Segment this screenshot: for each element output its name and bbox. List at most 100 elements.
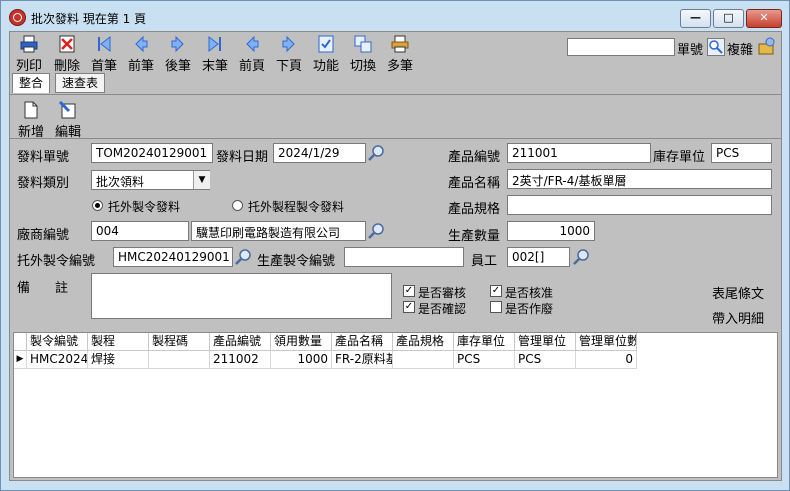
date-lookup-icon[interactable]: [368, 144, 386, 162]
switch-button[interactable]: 切換: [347, 34, 377, 74]
maximize-button[interactable]: □: [713, 9, 744, 28]
radio-outsource-process-order[interactable]: [232, 200, 243, 211]
minimize-button[interactable]: —: [680, 9, 711, 28]
column-header[interactable]: 製程: [88, 333, 149, 351]
vendor-label: 廠商編號: [17, 228, 70, 243]
printer-icon: [20, 35, 38, 53]
next-record-icon: [171, 35, 184, 53]
vendor-name-field[interactable]: 驥慧印刷電路製造有限公司: [191, 221, 366, 241]
search-icon[interactable]: [707, 38, 725, 56]
delete-button[interactable]: 刪除: [51, 34, 81, 74]
footer-terms-link[interactable]: 表尾條文: [712, 283, 764, 302]
import-details-link[interactable]: 帶入明細: [712, 308, 764, 327]
table-cell[interactable]: PCS: [454, 351, 515, 369]
issue-no-label: 發料單號: [17, 150, 70, 165]
row-selector-icon[interactable]: ▶: [14, 351, 27, 369]
column-header[interactable]: 產品規格: [393, 333, 454, 351]
table-cell[interactable]: 1000: [271, 351, 332, 369]
prev-page-button[interactable]: 前頁: [236, 34, 266, 74]
radio-outsource-process-order-label: 托外製程製令發料: [248, 200, 345, 214]
production-qty-label: 生產數量: [448, 229, 501, 244]
last-record-button[interactable]: 末筆: [199, 34, 229, 74]
table-cell[interactable]: [393, 351, 454, 369]
checkbox-voided-label: 是否作廢: [505, 302, 554, 316]
column-header[interactable]: 製令編號: [27, 333, 88, 351]
next-page-icon: [282, 35, 295, 53]
close-button[interactable]: ✕: [746, 9, 782, 28]
checkbox-voided[interactable]: [490, 301, 502, 313]
stock-unit-field[interactable]: PCS: [711, 143, 772, 163]
product-name-field[interactable]: 2英寸/FR-4/基板單層: [507, 169, 772, 189]
column-header[interactable]: 製程碼: [149, 333, 210, 351]
issue-type-label: 發料類別: [17, 176, 70, 191]
table-cell[interactable]: 211002: [210, 351, 271, 369]
minimize-icon: —: [690, 11, 701, 24]
employee-field[interactable]: 002[]: [507, 247, 570, 267]
last-record-icon: [208, 35, 221, 53]
switch-icon: [354, 35, 372, 53]
checkbox-confirmed[interactable]: ✓: [403, 301, 415, 313]
app-icon: [9, 9, 26, 26]
new-document-icon: [24, 101, 38, 119]
multi-record-button[interactable]: 多筆: [384, 34, 414, 74]
settings-icon[interactable]: [757, 36, 777, 56]
issue-no-field[interactable]: TOM20240129001: [91, 143, 213, 163]
column-header[interactable]: 管理單位: [515, 333, 576, 351]
radio-outsource-order[interactable]: [92, 200, 103, 211]
column-header[interactable]: 產品名稱: [332, 333, 393, 351]
issue-date-label: 發料日期: [216, 150, 269, 165]
prev-record-button[interactable]: 前筆: [125, 34, 155, 74]
column-header[interactable]: 管理單位數: [576, 333, 637, 351]
production-order-label: 生產製令編號: [257, 254, 336, 269]
tab-divider: [10, 94, 781, 95]
table-cell[interactable]: FR-2原料基: [332, 351, 393, 369]
table-cell[interactable]: PCS: [515, 351, 576, 369]
multi-record-label: 多筆: [386, 59, 413, 74]
product-no-label: 產品編號: [448, 150, 501, 165]
search-input[interactable]: [567, 38, 675, 56]
checkbox-confirmed-label: 是否確認: [418, 302, 467, 316]
next-record-button[interactable]: 後筆: [162, 34, 192, 74]
product-no-field[interactable]: 211001: [507, 143, 651, 163]
first-record-button[interactable]: 首筆: [88, 34, 118, 74]
print-button[interactable]: 列印: [13, 34, 43, 74]
vendor-code-field[interactable]: 004: [91, 221, 189, 241]
column-header[interactable]: 庫存單位: [454, 333, 515, 351]
column-header[interactable]: 產品編號: [210, 333, 271, 351]
function-icon: [318, 35, 334, 53]
function-button[interactable]: 功能: [310, 34, 340, 74]
issue-date-field[interactable]: 2024/1/29: [273, 143, 366, 163]
next-page-button[interactable]: 下頁: [273, 34, 303, 74]
production-order-field[interactable]: [344, 247, 464, 267]
employee-lookup-icon[interactable]: [573, 248, 591, 266]
employee-label: 員工: [471, 254, 498, 269]
tab-integrate[interactable]: 整合: [12, 73, 50, 93]
outsource-lookup-icon[interactable]: [235, 248, 253, 266]
table-cell[interactable]: HMC20240129001: [27, 351, 88, 369]
table-cell[interactable]: 焊接: [88, 351, 149, 369]
product-spec-field[interactable]: [507, 195, 772, 215]
title-bar: 批次發料 現在第 1 頁 — □ ✕: [1, 1, 789, 31]
outsource-order-field[interactable]: HMC20240129001: [113, 247, 233, 267]
app-window: 批次發料 現在第 1 頁 — □ ✕ 列印 刪除 首筆 前筆 後筆 末筆 前頁 …: [0, 0, 790, 491]
multi-record-icon: [391, 35, 409, 53]
maximize-icon: □: [723, 11, 734, 24]
stock-unit-label: 庫存單位: [653, 150, 706, 165]
client-area: 列印 刪除 首筆 前筆 後筆 末筆 前頁 下頁 功能 切換 多筆 單號 複雜 整…: [9, 31, 782, 481]
remark-textarea[interactable]: [91, 273, 392, 319]
chevron-down-icon[interactable]: ▼: [193, 171, 210, 189]
table-cell[interactable]: [149, 351, 210, 369]
table-cell[interactable]: 0: [576, 351, 637, 369]
tab-quick-lookup[interactable]: 速查表: [55, 73, 105, 93]
production-qty-field[interactable]: 1000: [507, 221, 595, 241]
prev-page-icon: [246, 35, 259, 53]
form-divider: [10, 138, 781, 139]
radio-outsource-order-label: 托外製令發料: [108, 200, 181, 214]
detail-grid: 製令編號 製程 製程碼 產品編號 領用數量 產品名稱 產品規格 庫存單位 管理單…: [13, 332, 778, 478]
vendor-lookup-icon[interactable]: [368, 222, 386, 240]
edit-button[interactable]: 編輯: [52, 100, 82, 140]
checkbox-approved[interactable]: ✓: [490, 285, 502, 297]
column-header[interactable]: 領用數量: [271, 333, 332, 351]
checkbox-reviewed[interactable]: ✓: [403, 285, 415, 297]
new-button[interactable]: 新增: [15, 100, 45, 140]
